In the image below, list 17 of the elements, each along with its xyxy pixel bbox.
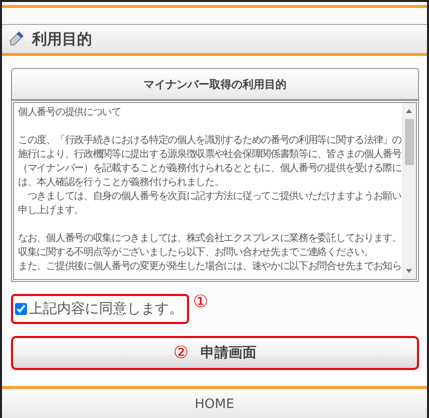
terms-text-line: は、本人確認を行うことが義務付けられました。 bbox=[18, 176, 225, 190]
terms-text-line: 個人番号の提供について bbox=[18, 106, 122, 120]
terms-text-line: 申し上げます。 bbox=[18, 204, 84, 218]
annotation-marker: ① bbox=[193, 294, 208, 311]
section-title: 利用目的 bbox=[32, 30, 92, 48]
home-link[interactable]: HOME bbox=[2, 386, 427, 418]
terms-text-line: また、ご提供後に個人番号の変更が発生した場合には、速やかに以下お問合せ先までお知ら bbox=[18, 260, 398, 274]
agree-checkbox-row[interactable]: 上記内容に同意します。 bbox=[11, 294, 189, 324]
terms-text-line: 収集に関する不明点等がございましたら以下、お問い合わせ先までご連絡ください。 bbox=[18, 246, 374, 260]
scrollbar[interactable] bbox=[402, 103, 416, 279]
pencil-icon bbox=[8, 30, 26, 48]
terms-text-line: なお、個人番号の収集につきましては、株式会社エクスプレスに業務を委託しております。 bbox=[18, 232, 398, 246]
apply-button[interactable]: ② 申請画面 bbox=[11, 336, 419, 370]
agree-label: 上記内容に同意します。 bbox=[29, 300, 183, 318]
agree-checkbox[interactable] bbox=[15, 303, 27, 315]
terms-text-area[interactable] bbox=[11, 100, 419, 282]
panel-title: マイナンバー取得の利用目的 bbox=[11, 68, 419, 100]
